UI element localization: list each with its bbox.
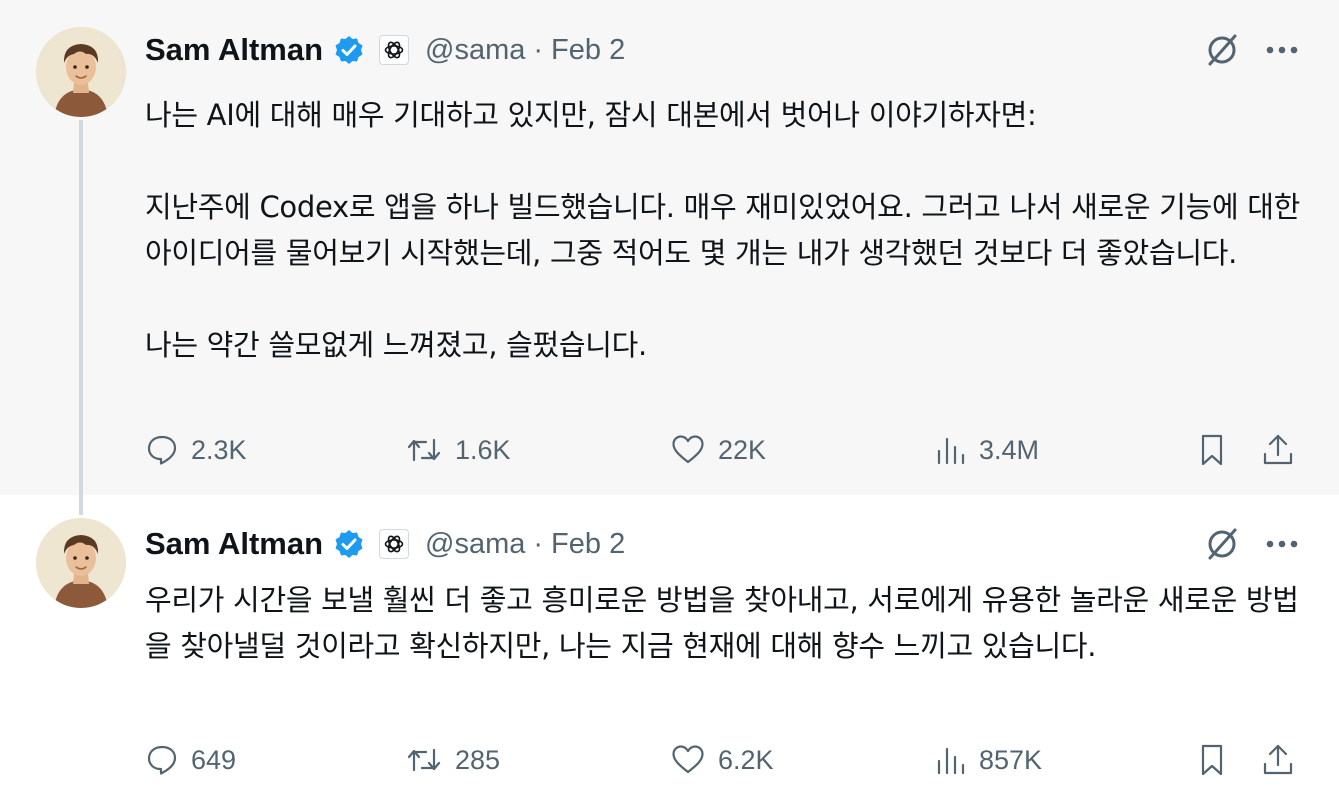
separator-dot: · [533, 33, 544, 66]
reply-button[interactable]: 649 [145, 740, 236, 780]
verified-badge-icon [333, 34, 365, 66]
like-count: 6.2K [718, 744, 774, 775]
thread-connector-line [79, 120, 83, 515]
views-icon [937, 437, 965, 465]
tweet-header: Sam Altman @sama · Feb 2 [145, 524, 625, 564]
openai-logo-icon[interactable] [379, 35, 410, 65]
reply-count: 649 [191, 744, 237, 775]
thread-view: Sam Altman @sama · Feb 2 나는 AI에 대해 매우 기대… [0, 0, 1339, 800]
tweet-date[interactable]: Feb 2 [551, 528, 625, 561]
avatar-illustration [36, 518, 126, 608]
like-button[interactable]: 22K [670, 430, 766, 470]
like-button[interactable]: 6.2K [670, 740, 774, 780]
bookmark-button[interactable] [1195, 430, 1229, 470]
tweet-actions: 649 285 6.2K 857K [145, 740, 1305, 780]
grok-icon[interactable] [1202, 30, 1242, 70]
author-name[interactable]: Sam Altman [145, 32, 323, 68]
tweet-text: 우리가 시간을 보낼 훨씬 더 좋고 흥미로운 방법을 찾아내고, 서로에게 유… [145, 583, 1299, 663]
verified-badge-icon [333, 528, 365, 560]
share-button[interactable] [1260, 740, 1296, 780]
share-button[interactable] [1260, 430, 1296, 470]
reply-button[interactable]: 2.3K [145, 430, 247, 470]
author-name[interactable]: Sam Altman [145, 526, 323, 562]
tweet[interactable]: Sam Altman @sama · Feb 2 [0, 0, 1339, 495]
views-button[interactable]: 857K [935, 740, 1042, 780]
views-icon [937, 747, 965, 775]
grok-icon[interactable] [1202, 524, 1242, 564]
reply-count: 2.3K [191, 434, 247, 465]
retweet-button[interactable]: 1.6K [405, 430, 511, 470]
retweet-button[interactable]: 285 [405, 740, 500, 780]
more-icon[interactable] [1262, 30, 1302, 70]
avatar-illustration [36, 27, 126, 117]
author-handle[interactable]: @sama [425, 34, 525, 67]
retweet-count: 285 [455, 744, 501, 775]
heart-icon [672, 745, 704, 774]
views-button[interactable]: 3.4M [935, 430, 1039, 470]
avatar[interactable] [36, 518, 126, 608]
bookmark-button[interactable] [1195, 740, 1229, 780]
tweet-date[interactable]: Feb 2 [551, 34, 625, 67]
retweet-count: 1.6K [455, 434, 511, 465]
share-icon [1263, 434, 1293, 465]
openai-logo-icon[interactable] [379, 529, 410, 559]
reply-icon [147, 745, 177, 775]
avatar[interactable] [36, 27, 126, 117]
bookmark-icon [1201, 744, 1223, 776]
views-count: 857K [979, 744, 1043, 775]
bookmark-icon [1201, 434, 1223, 466]
share-icon [1263, 744, 1293, 775]
reply-icon [147, 435, 177, 465]
retweet-icon [407, 748, 441, 772]
more-icon[interactable] [1262, 524, 1302, 564]
tweet-text: 나는 AI에 대해 매우 기대하고 있지만, 잠시 대본에서 벗어나 이야기하자… [145, 98, 1301, 362]
tweet[interactable]: Sam Altman @sama · Feb 2 [0, 495, 1339, 800]
tweet-header: Sam Altman @sama · Feb 2 [145, 30, 625, 70]
retweet-icon [407, 438, 441, 462]
heart-icon [672, 435, 704, 464]
author-handle[interactable]: @sama [425, 528, 525, 561]
like-count: 22K [718, 434, 767, 465]
views-count: 3.4M [979, 434, 1040, 465]
separator-dot: · [533, 527, 544, 560]
tweet-actions: 2.3K 1.6K 22K 3.4M [145, 430, 1305, 470]
